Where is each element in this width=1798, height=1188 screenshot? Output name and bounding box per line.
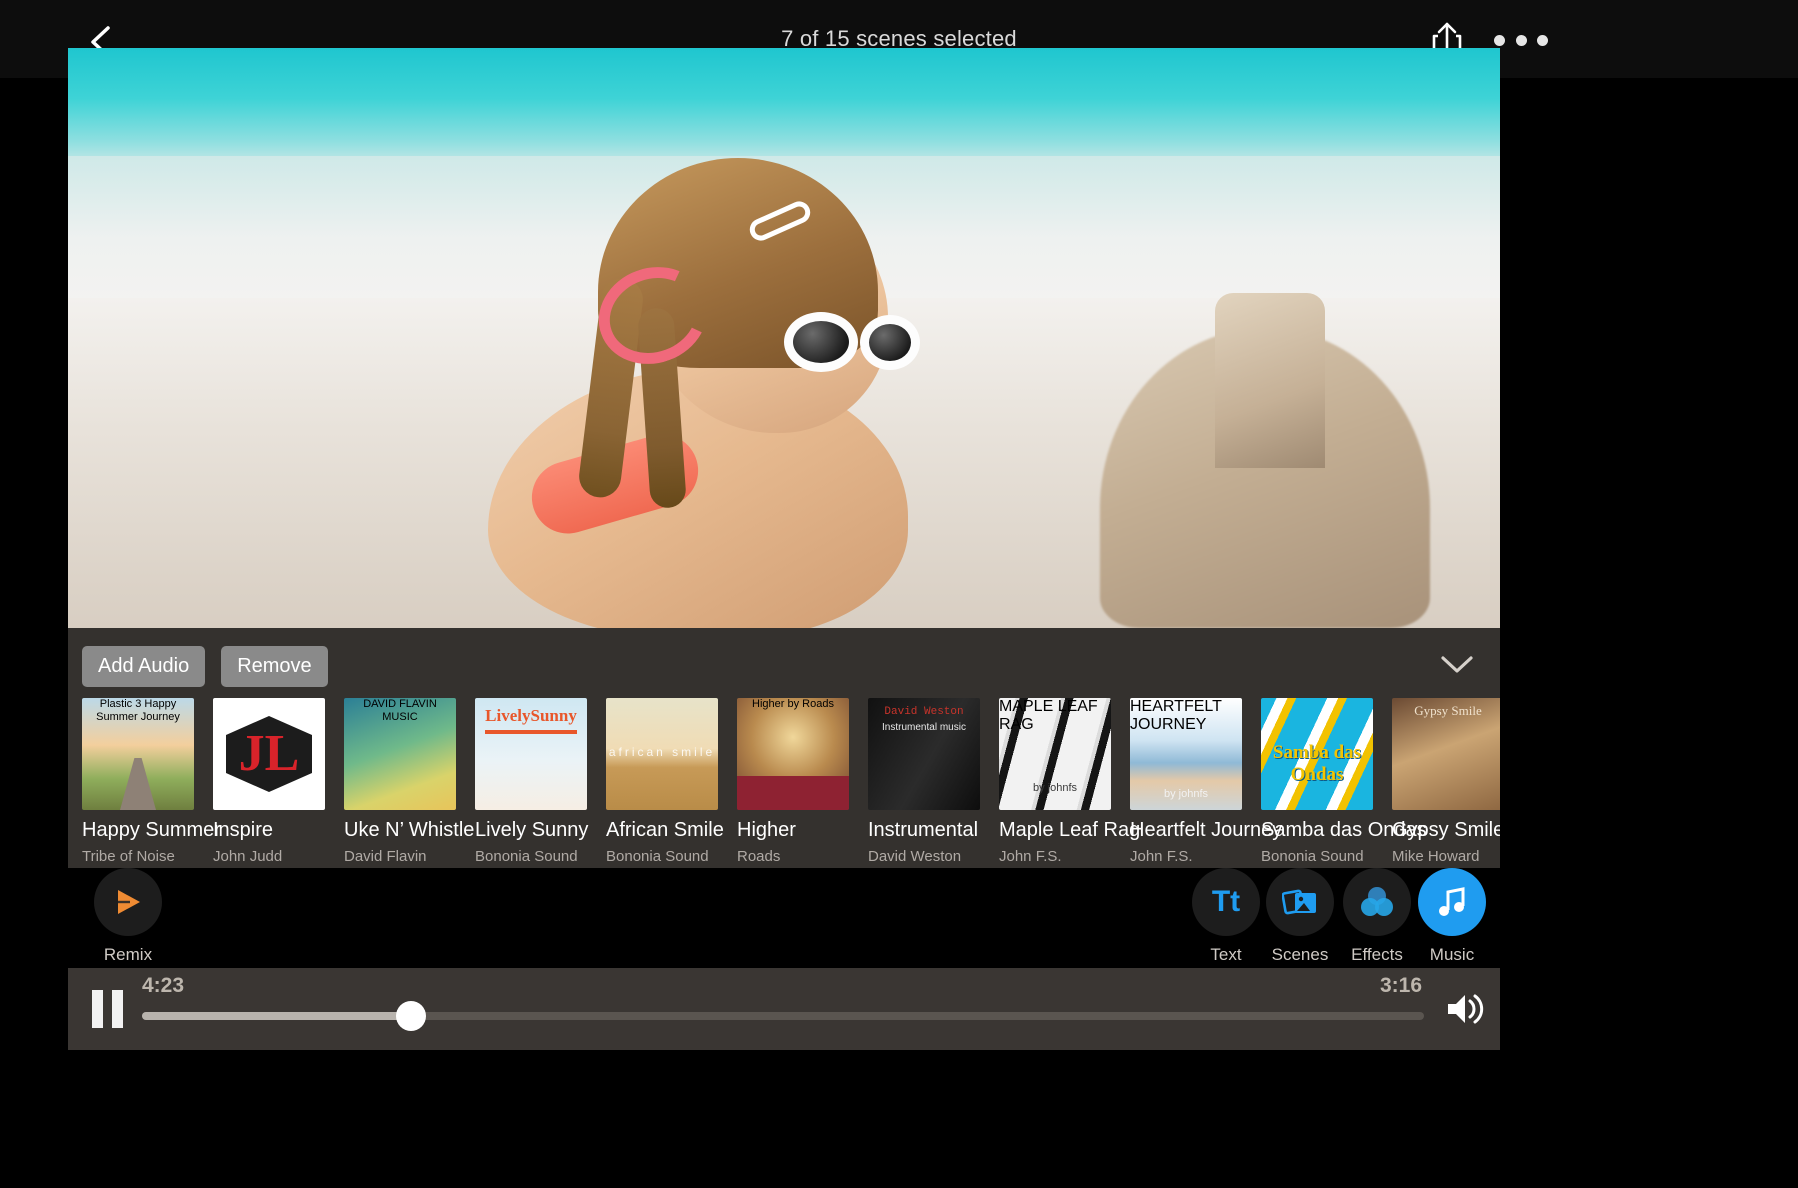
preview-subject xyxy=(448,158,1008,628)
track-title: Heartfelt Journey xyxy=(1130,819,1283,841)
track-title: Lively Sunny xyxy=(475,819,589,841)
album-art: Plastic 3 Happy Summer Journey xyxy=(82,698,194,810)
music-track[interactable]: Samba das Ondas Samba das Ondas Bononia So… xyxy=(1261,698,1427,868)
music-track[interactable]: MAPLE LEAF RAG by johnfs Maple Leaf Rag Joh… xyxy=(999,698,1141,868)
track-title: Uke N’ Whistle xyxy=(344,819,475,841)
track-artist: John F.S. xyxy=(999,848,1062,865)
track-title: Maple Leaf Rag xyxy=(999,819,1141,841)
track-artist: John Judd xyxy=(213,848,283,865)
scrubber-handle[interactable] xyxy=(396,1001,427,1031)
album-art: Gypsy Smile xyxy=(1392,698,1500,810)
tool-remix-label: Remix xyxy=(103,945,153,964)
album-art-subtext: by johnfs xyxy=(1032,782,1078,794)
pause-button[interactable] xyxy=(92,990,128,1028)
track-artist: Tribe of Noise xyxy=(82,848,175,865)
audio-panel-actions: Add Audio Remove xyxy=(82,646,328,687)
volume-button[interactable] xyxy=(1442,990,1486,1028)
music-track[interactable]: Gypsy Smile Gypsy Smile Mike Howard xyxy=(1392,698,1500,868)
track-title: Higher xyxy=(737,819,796,841)
music-track[interactable]: Plastic 3 Happy Summer Journey Happy Summ… xyxy=(82,698,221,868)
music-track[interactable]: DAVID FLAVIN MUSIC Uke N’ Whistle David Fl… xyxy=(344,698,475,868)
remove-button[interactable]: Remove xyxy=(221,646,328,687)
track-title: Happy Summer xyxy=(82,819,221,841)
album-art-text: Samba das Ondas xyxy=(1272,742,1362,785)
music-track-list[interactable]: Plastic 3 Happy Summer Journey Happy Summ… xyxy=(82,698,1500,868)
album-art-text: LivelySunny xyxy=(485,706,577,725)
album-art-text: Plastic 3 Happy Summer Journey xyxy=(96,698,180,723)
scrubber[interactable] xyxy=(142,1001,1424,1031)
track-artist: David Weston xyxy=(868,848,962,865)
music-track[interactable]: LivelySunny Lively Sunny Bononia Sound xyxy=(475,698,606,868)
pause-icon xyxy=(92,990,103,1028)
remix-icon xyxy=(118,890,140,914)
track-artist: Bononia Sound xyxy=(475,848,578,865)
video-preview[interactable] xyxy=(68,48,1500,628)
track-title: Samba das Ondas xyxy=(1261,819,1427,841)
track-title: Inspire xyxy=(213,819,274,841)
music-track[interactable]: Higher by Roads Higher Roads xyxy=(737,698,868,868)
album-art: HEARTFELT JOURNEY by johnfs xyxy=(1130,698,1242,810)
music-note-icon xyxy=(1439,887,1465,916)
album-art-text: David Weston xyxy=(884,706,964,718)
album-art-subtext: Instrumental music xyxy=(882,722,966,733)
tool-music[interactable]: Music xyxy=(1392,868,1512,965)
track-title: Instrumental xyxy=(868,819,979,841)
tool-bar: Remix Tt Text Scenes Effects Music xyxy=(68,868,1500,968)
total-time: 3:16 xyxy=(1379,974,1422,997)
album-art-text: HEARTFELT JOURNEY xyxy=(1130,698,1222,733)
track-artist: Roads xyxy=(737,848,781,865)
album-art-text: Higher by Roads xyxy=(752,698,834,710)
track-artist: Bononia Sound xyxy=(606,848,709,865)
volume-icon xyxy=(1448,994,1484,1024)
more-options-button[interactable] xyxy=(1494,30,1548,50)
tool-music-label: Music xyxy=(1429,945,1475,964)
album-art: DAVID FLAVIN MUSIC xyxy=(344,698,456,810)
track-artist: Mike Howard xyxy=(1392,848,1480,865)
scrubber-fill xyxy=(142,1012,412,1020)
album-art: Higher by Roads xyxy=(737,698,849,810)
album-art-text: MAPLE LEAF RAG xyxy=(999,698,1098,733)
text-icon: Tt xyxy=(1211,885,1241,918)
add-audio-button[interactable]: Add Audio xyxy=(82,646,206,687)
music-track[interactable]: HEARTFELT JOURNEY by johnfs Heartfelt Jour… xyxy=(1130,698,1283,868)
app-root: 7 of 15 scenes selected Add Audio Remove… xyxy=(0,0,1798,1188)
scenes-icon xyxy=(1282,889,1316,915)
track-artist: David Flavin xyxy=(344,848,427,865)
album-art-text: JL xyxy=(238,725,300,783)
track-title: Gypsy Smile xyxy=(1392,819,1500,841)
preview-sky xyxy=(68,48,1500,168)
audio-panel: Add Audio Remove Plastic 3 Happy Summer … xyxy=(68,628,1500,868)
album-art: Samba das Ondas xyxy=(1261,698,1373,810)
tool-remix[interactable]: Remix xyxy=(68,868,188,965)
collapse-panel-button[interactable] xyxy=(1434,644,1480,684)
music-track[interactable]: JL Inspire John Judd xyxy=(213,698,344,868)
album-art-text: african smile xyxy=(608,745,716,759)
playback-bar: 4:23 3:16 xyxy=(68,968,1500,1050)
preview-sandcastle xyxy=(1050,293,1470,628)
track-artist: John F.S. xyxy=(1130,848,1193,865)
chevron-down-icon xyxy=(1441,656,1473,673)
album-art: David Weston Instrumental music xyxy=(868,698,980,810)
album-art: LivelySunny xyxy=(475,698,587,810)
album-art-text: DAVID FLAVIN MUSIC xyxy=(363,698,437,723)
effects-icon xyxy=(1361,887,1393,916)
album-art: african smile xyxy=(606,698,718,810)
album-art: JL xyxy=(213,698,325,810)
music-track[interactable]: african smile African Smile Bononia Sound xyxy=(606,698,737,868)
album-art-text: Gypsy Smile xyxy=(1414,703,1482,718)
track-title: African Smile xyxy=(606,819,724,841)
more-options-icon xyxy=(1494,34,1505,46)
album-art-subtext: by johnfs xyxy=(1163,788,1209,800)
music-track[interactable]: David Weston Instrumental music Instrument… xyxy=(868,698,999,868)
album-art: MAPLE LEAF RAG by johnfs xyxy=(999,698,1111,810)
track-artist: Bononia Sound xyxy=(1261,848,1364,865)
current-time: 4:23 xyxy=(142,974,185,997)
